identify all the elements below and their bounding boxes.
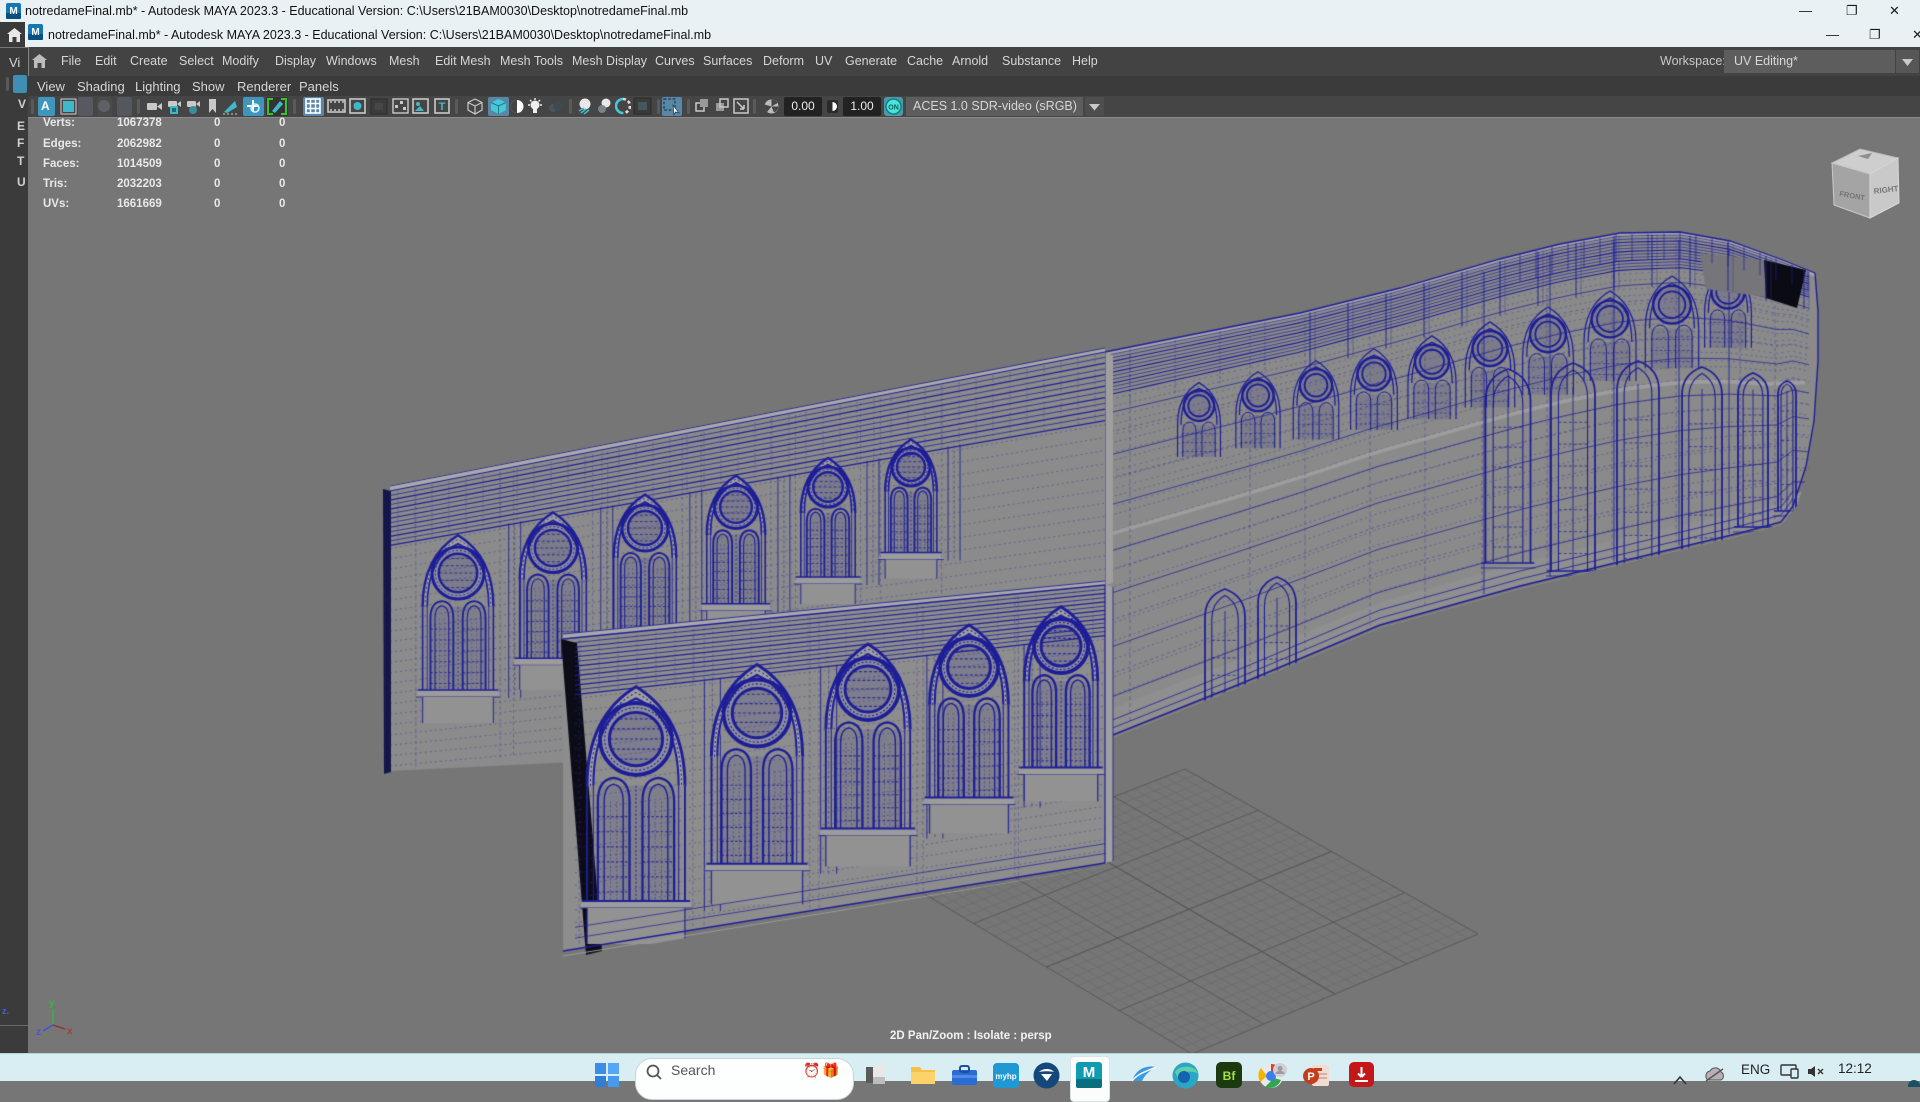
svg-text:z: z [36, 1027, 41, 1038]
svg-text:P: P [1307, 1071, 1314, 1083]
svg-text:Bf: Bf [1223, 1069, 1237, 1083]
svg-text:T: T [439, 101, 446, 113]
svg-text:ON: ON [888, 105, 899, 112]
svg-text:y: y [49, 998, 55, 1009]
svg-text:M: M [1083, 1064, 1096, 1081]
svg-text:x: x [67, 1026, 73, 1037]
svg-text:M: M [31, 27, 39, 38]
svg-text:M: M [9, 6, 17, 17]
